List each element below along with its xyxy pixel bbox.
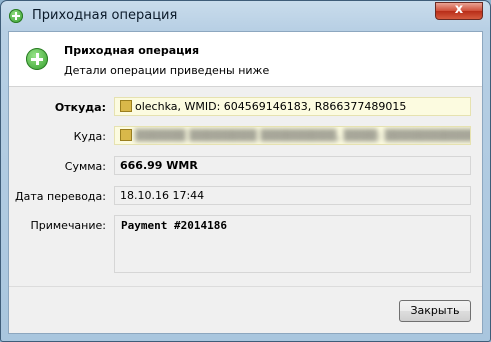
dialog-window: Приходная операция x Приходная операция … — [0, 0, 491, 342]
date-label: Дата перевода: — [15, 190, 106, 203]
amount-field[interactable]: 666.99 WMR — [114, 156, 471, 175]
note-field[interactable]: Payment #2014186 — [114, 215, 471, 273]
wallet-icon — [120, 100, 132, 112]
close-button[interactable]: Закрыть — [399, 300, 471, 322]
add-circle-icon — [9, 9, 23, 23]
close-icon: x — [454, 2, 464, 17]
dialog-header: Приходная операция Детали операции приве… — [9, 32, 482, 87]
to-field[interactable]: ▒▒▒▒▒▒ ▒▒▒▒▒▒▒▒ ▒▒▒▒▒▒▒▒▒, ▒▒▒▒: ▒▒▒▒▒▒▒… — [114, 126, 471, 145]
window-title: Приходная операция — [32, 8, 178, 23]
title-bar[interactable]: Приходная операция x — [1, 1, 490, 31]
from-field[interactable]: olechka, WMID: 604569146183, R8663774890… — [114, 97, 471, 116]
window-close-button[interactable]: x — [435, 2, 483, 20]
note-label: Примечание: — [30, 219, 106, 232]
to-value-redacted: ▒▒▒▒▒▒ ▒▒▒▒▒▒▒▒ ▒▒▒▒▒▒▒▒▒, ▒▒▒▒: ▒▒▒▒▒▒▒… — [135, 129, 470, 142]
footer-divider — [9, 286, 482, 287]
dialog-body: Приходная операция Детали операции приве… — [8, 31, 483, 334]
to-label: Куда: — [73, 130, 106, 143]
from-label: Откуда: — [54, 101, 106, 114]
wallet-icon — [120, 129, 132, 141]
header-subtitle: Детали операции приведены ниже — [64, 64, 270, 77]
date-field[interactable]: 18.10.16 17:44 — [114, 186, 471, 205]
add-circle-icon — [26, 48, 48, 70]
amount-label: Сумма: — [64, 160, 106, 173]
from-value: olechka, WMID: 604569146183, R8663774890… — [135, 100, 407, 113]
header-title: Приходная операция — [64, 44, 200, 57]
